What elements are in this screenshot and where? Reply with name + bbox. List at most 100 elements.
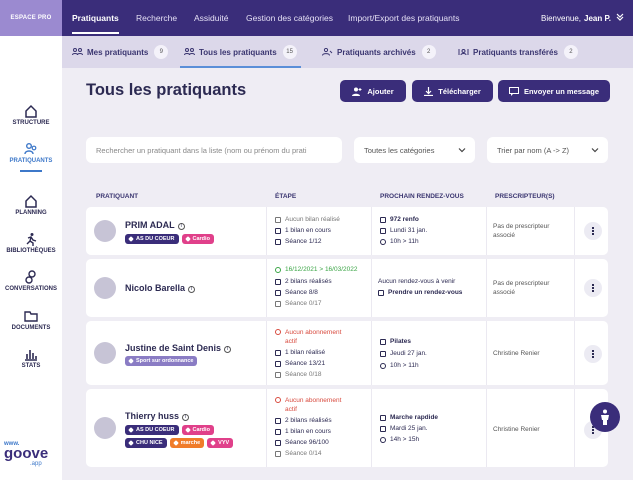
column-divider [266,389,267,467]
header-etape: ÉTAPE [275,193,297,200]
avatar [94,277,116,299]
category-tag: Sport sur ordonnance [125,356,198,366]
tab-pratiquants-transferes[interactable]: Pratiquants transférés 2 [458,36,578,68]
sidebar-item-planning[interactable]: PLANNING [0,194,62,216]
etape-line: Séance 0/14 [275,450,322,457]
document-icon [275,278,281,285]
vertical-dots-icon [592,284,594,292]
running-icon [380,338,386,345]
nav-import-export[interactable]: Import/Export des pratiquants [348,0,460,36]
tab-label: Tous les pratiquants [199,47,277,57]
category-tag: marche [169,438,205,448]
etape-alert: Aucun abonnement actif [275,396,347,414]
running-icon [275,360,281,367]
sidebar-item-pratiquants[interactable]: PRATIQUANTS [0,142,62,172]
category-tag: Cardio [181,425,214,435]
send-message-button[interactable]: Envoyer un message [498,80,610,102]
pratiquant-name[interactable]: Nicolo Barella i [125,283,196,293]
header-prochain-rdv: PROCHAIN RENDEZ-VOUS [380,193,464,200]
count-badge: 15 [282,45,297,59]
download-button[interactable]: Télécharger [412,80,493,102]
running-icon [275,238,281,245]
sidebar: STRUCTURE PRATIQUANTS PLANNING BIBLIOTHÈ… [0,36,62,480]
category-select[interactable]: Toutes les catégories [354,137,475,163]
bar-chart-icon [25,350,37,361]
prescripteur: Christine Renier [493,350,540,357]
sidebar-item-structure[interactable]: STRUCTURE [0,104,62,126]
page-title: Tous les pratiquants [86,81,247,99]
sort-select[interactable]: Trier par nom (A -> Z) [487,137,608,163]
category-tag: AS DU COEUR [125,234,179,244]
sidebar-item-bibliotheques[interactable]: BIBLIOTHÈQUES [0,232,62,254]
chevron-down-icon [591,148,599,153]
column-divider [371,259,372,317]
running-icon [275,450,281,457]
tab-mes-pratiquants[interactable]: Mes pratiquants 9 [72,36,169,68]
header-prescripteurs: PRESCRIPTEUR(S) [495,193,555,200]
rdv-none: Aucun rendez-vous à venir [378,278,456,285]
calendar-icon [380,425,386,432]
prescripteur: Pas de prescripteur associé [493,280,550,296]
pratiquant-name[interactable]: PRIM ADAL i [125,220,185,230]
pratiquant-name[interactable]: Thierry huss i [125,411,190,421]
nav-assiduite[interactable]: Assiduité [194,0,229,36]
table-row[interactable]: Nicolo Barella i 16/12/2021 > 16/03/2022 … [86,259,608,317]
add-button-label: Ajouter [367,86,394,96]
house-icon [25,194,37,208]
x-circle-icon [275,329,281,335]
table-row[interactable]: Justine de Saint Denis i Sport sur ordonn… [86,321,608,385]
table-row[interactable]: PRIM ADAL i AS DU COEUR Cardio Aucun bila… [86,207,608,255]
search-placeholder: Rechercher un pratiquant dans la liste (… [96,145,307,155]
rdv-time: 10h > 11h [380,362,419,369]
sidebar-item-label: DOCUMENTS [11,325,51,331]
nav-pratiquants[interactable]: Pratiquants [72,0,119,36]
sort-value: Trier par nom (A -> Z) [497,145,570,155]
column-divider [371,321,372,385]
etape-line: Séance 1/12 [275,238,322,245]
tab-tous-les-pratiquants[interactable]: Tous les pratiquants 15 [180,36,301,68]
running-icon [275,371,281,378]
sidebar-item-stats[interactable]: STATS [0,347,62,369]
prescripteur: Pas de prescripteur associé [493,223,550,239]
user-menu[interactable]: Bienvenue, Jean P. [541,0,611,36]
running-icon [380,414,386,421]
add-button[interactable]: Ajouter [340,80,406,102]
nav-gestion-categories[interactable]: Gestion des catégories [246,0,333,36]
category-value: Toutes les catégories [364,145,435,155]
info-icon[interactable]: i [177,223,185,230]
info-icon[interactable]: i [224,346,232,353]
search-input[interactable]: Rechercher un pratiquant dans la liste (… [86,137,342,163]
column-divider [266,259,267,317]
download-button-label: Télécharger [438,86,481,96]
info-icon[interactable]: i [182,414,190,421]
etape-line: 1 bilan en cours [275,428,331,435]
more-options-button[interactable] [584,222,602,240]
user-name: Jean P. [584,13,611,23]
send-message-label: Envoyer un message [523,86,600,96]
pratiquant-name[interactable]: Justine de Saint Denis i [125,343,232,353]
running-icon [275,439,281,446]
greeting-text: Bienvenue, [540,13,582,23]
sidebar-item-documents[interactable]: DOCUMENTS [0,309,62,331]
book-appointment-link[interactable]: Prendre un rendez-vous [378,289,462,296]
person-icon [601,409,609,425]
accessibility-button[interactable] [590,402,620,432]
etape-line: Séance 96/100 [275,439,329,446]
table-row[interactable]: Thierry huss i AS DU COEUR Cardio CHU NIC… [86,389,608,467]
more-options-button[interactable] [584,279,602,297]
column-divider [486,389,487,467]
transfer-icon [458,49,469,56]
column-divider [266,207,267,255]
tab-pratiquants-archives[interactable]: Pratiquants archivés 2 [322,36,436,68]
nav-recherche[interactable]: Recherche [136,0,177,36]
double-chevron-down-icon[interactable] [615,12,625,22]
sidebar-item-label: BIBLIOTHÈQUES [6,248,56,254]
document-icon [275,216,281,223]
info-icon[interactable]: i [188,286,196,293]
document-icon [275,227,281,234]
more-options-button[interactable] [584,345,602,363]
top-navigation-bar: ESPACE PRO Pratiquants Recherche Assidui… [0,0,633,36]
add-user-icon [352,87,362,96]
category-tag: Cardio [181,234,214,244]
sidebar-item-conversations[interactable]: CONVERSATIONS [0,270,62,292]
